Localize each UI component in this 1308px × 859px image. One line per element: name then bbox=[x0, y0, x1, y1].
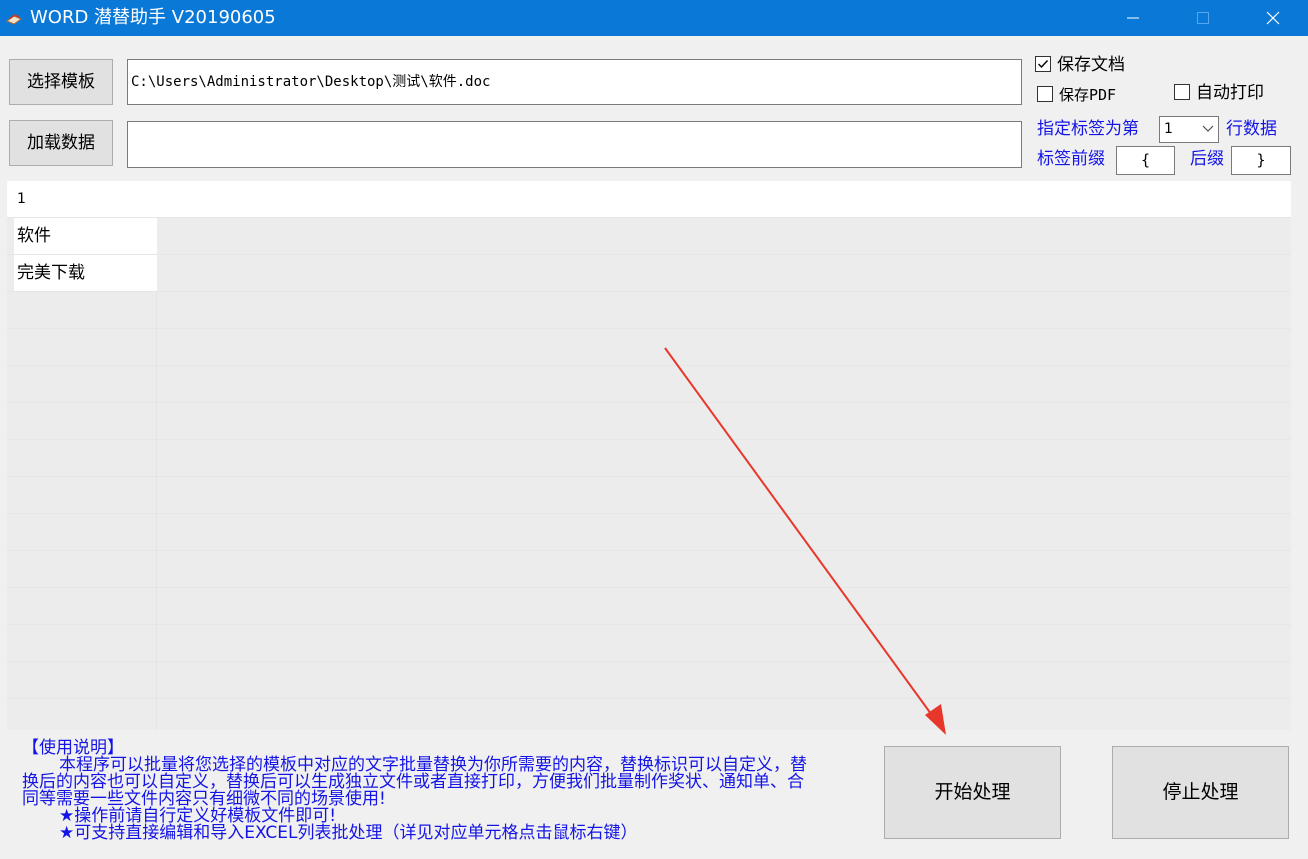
prefix-label: 标签前缀 bbox=[1037, 149, 1105, 169]
suffix-input[interactable]: } bbox=[1231, 146, 1291, 175]
start-processing-button[interactable]: 开始处理 bbox=[884, 746, 1061, 839]
table-cell[interactable]: 1 bbox=[14, 181, 157, 217]
table-row[interactable]: 完美下载 bbox=[7, 255, 157, 291]
table-row[interactable]: 软件 bbox=[7, 218, 157, 254]
row-data-label: 行数据 bbox=[1226, 119, 1277, 139]
auto-print-label: 自动打印 bbox=[1196, 83, 1264, 103]
load-data-button[interactable]: 加载数据 bbox=[9, 120, 113, 166]
data-grid[interactable]: 1 软件 完美下载 bbox=[7, 181, 1291, 730]
save-pdf-label: 保存PDF bbox=[1059, 86, 1117, 104]
close-button[interactable] bbox=[1250, 0, 1296, 36]
auto-print-checkbox[interactable]: 自动打印 bbox=[1174, 82, 1284, 104]
data-path-field[interactable] bbox=[127, 121, 1022, 168]
app-icon bbox=[5, 11, 23, 25]
select-template-label: 选择模板 bbox=[27, 72, 95, 92]
stop-processing-button[interactable]: 停止处理 bbox=[1112, 746, 1289, 839]
instructions-tip: ★可支持直接编辑和导入EXCEL列表批处理（详见对应单元格点击鼠标右键） bbox=[59, 823, 638, 843]
save-doc-checkbox[interactable]: 保存文档 bbox=[1035, 54, 1145, 76]
checkbox-checked-icon bbox=[1035, 56, 1051, 72]
suffix-label: 后缀 bbox=[1190, 149, 1224, 169]
checkbox-unchecked-icon bbox=[1174, 84, 1190, 100]
title-bar: WORD 潜替助手 V20190605 bbox=[0, 0, 1308, 36]
template-path-field[interactable]: C:\Users\Administrator\Desktop\测试\软件.doc bbox=[127, 59, 1022, 105]
window-title: WORD 潜替助手 V20190605 bbox=[30, 7, 276, 28]
usage-instructions: 【使用说明】 本程序可以批量将您选择的模板中对应的文字批量替换为你所需要的内容，… bbox=[22, 740, 862, 842]
save-pdf-checkbox[interactable]: 保存PDF bbox=[1037, 84, 1137, 106]
select-template-button[interactable]: 选择模板 bbox=[9, 59, 113, 105]
tag-row-value: 1 bbox=[1164, 121, 1173, 137]
save-doc-label: 保存文档 bbox=[1057, 55, 1125, 75]
tag-row-label: 指定标签为第 bbox=[1037, 119, 1139, 139]
minimize-button[interactable] bbox=[1110, 0, 1156, 36]
close-icon bbox=[1266, 11, 1280, 25]
table-cell[interactable]: 软件 bbox=[14, 218, 157, 254]
maximize-button[interactable] bbox=[1180, 0, 1226, 36]
checkbox-unchecked-icon bbox=[1037, 86, 1053, 102]
prefix-input[interactable]: { bbox=[1116, 146, 1175, 175]
load-data-label: 加载数据 bbox=[27, 133, 95, 153]
table-cell[interactable]: 完美下载 bbox=[14, 255, 157, 291]
chevron-down-icon bbox=[1202, 125, 1214, 132]
table-row[interactable]: 1 bbox=[7, 181, 1291, 217]
tag-row-select[interactable]: 1 bbox=[1159, 116, 1219, 143]
